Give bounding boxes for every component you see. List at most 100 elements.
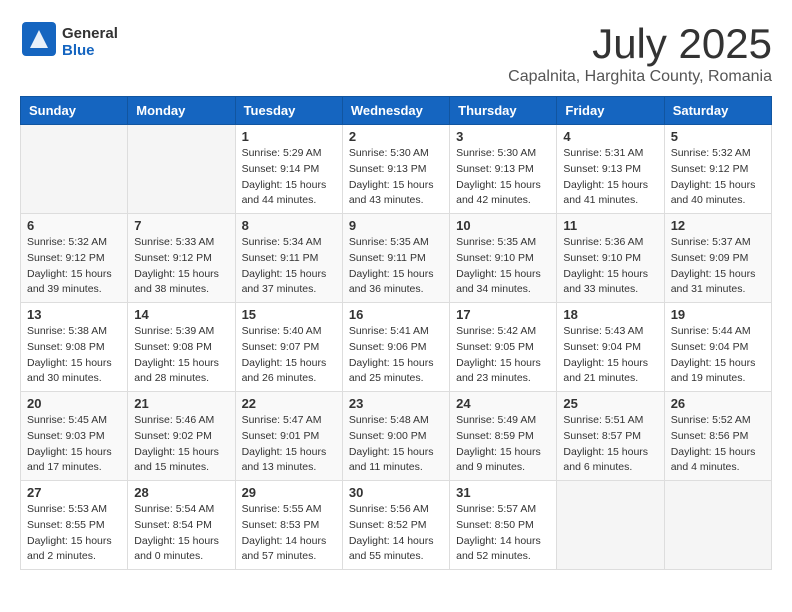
table-row: 12 Sunrise: 5:37 AM Sunset: 9:09 PM Dayli… xyxy=(664,214,771,303)
table-row: 9 Sunrise: 5:35 AM Sunset: 9:11 PM Daylig… xyxy=(342,214,449,303)
table-row: 10 Sunrise: 5:35 AM Sunset: 9:10 PM Dayli… xyxy=(450,214,557,303)
day-number: 9 xyxy=(349,218,443,233)
day-info: Sunrise: 5:35 AM Sunset: 9:10 PM Dayligh… xyxy=(456,235,550,298)
table-row: 18 Sunrise: 5:43 AM Sunset: 9:04 PM Dayli… xyxy=(557,303,664,392)
day-info: Sunrise: 5:44 AM Sunset: 9:04 PM Dayligh… xyxy=(671,324,765,387)
day-number: 5 xyxy=(671,129,765,144)
table-row: 24 Sunrise: 5:49 AM Sunset: 8:59 PM Dayli… xyxy=(450,392,557,481)
table-row: 6 Sunrise: 5:32 AM Sunset: 9:12 PM Daylig… xyxy=(21,214,128,303)
page-header: General Blue July 2025 Capalnita, Harghi… xyxy=(20,20,772,86)
day-number: 13 xyxy=(27,307,121,322)
day-info: Sunrise: 5:29 AM Sunset: 9:14 PM Dayligh… xyxy=(242,146,336,209)
table-row: 20 Sunrise: 5:45 AM Sunset: 9:03 PM Dayli… xyxy=(21,392,128,481)
table-row: 31 Sunrise: 5:57 AM Sunset: 8:50 PM Dayli… xyxy=(450,481,557,570)
day-number: 17 xyxy=(456,307,550,322)
table-row xyxy=(128,125,235,214)
table-row: 30 Sunrise: 5:56 AM Sunset: 8:52 PM Dayli… xyxy=(342,481,449,570)
day-info: Sunrise: 5:54 AM Sunset: 8:54 PM Dayligh… xyxy=(134,502,228,565)
day-number: 28 xyxy=(134,485,228,500)
day-number: 30 xyxy=(349,485,443,500)
day-info: Sunrise: 5:52 AM Sunset: 8:56 PM Dayligh… xyxy=(671,413,765,476)
table-row: 2Sunrise: 5:30 AM Sunset: 9:13 PM Daylig… xyxy=(342,125,449,214)
calendar-week-row: 27 Sunrise: 5:53 AM Sunset: 8:55 PM Dayli… xyxy=(21,481,772,570)
title-block: July 2025 Capalnita, Harghita County, Ro… xyxy=(508,20,772,86)
table-row: 27 Sunrise: 5:53 AM Sunset: 8:55 PM Dayli… xyxy=(21,481,128,570)
day-number: 10 xyxy=(456,218,550,233)
day-number: 27 xyxy=(27,485,121,500)
table-row: 5Sunrise: 5:32 AM Sunset: 9:12 PM Daylig… xyxy=(664,125,771,214)
day-number: 16 xyxy=(349,307,443,322)
table-row: 29Sunrise: 5:55 AM Sunset: 8:53 PM Dayli… xyxy=(235,481,342,570)
day-info: Sunrise: 5:46 AM Sunset: 9:02 PM Dayligh… xyxy=(134,413,228,476)
day-number: 24 xyxy=(456,396,550,411)
table-row: 28 Sunrise: 5:54 AM Sunset: 8:54 PM Dayli… xyxy=(128,481,235,570)
day-info: Sunrise: 5:32 AM Sunset: 9:12 PM Dayligh… xyxy=(27,235,121,298)
day-info: Sunrise: 5:36 AM Sunset: 9:10 PM Dayligh… xyxy=(563,235,657,298)
table-row xyxy=(21,125,128,214)
day-number: 14 xyxy=(134,307,228,322)
day-info: Sunrise: 5:31 AM Sunset: 9:13 PM Dayligh… xyxy=(563,146,657,209)
day-info: Sunrise: 5:57 AM Sunset: 8:50 PM Dayligh… xyxy=(456,502,550,565)
table-row: 1 Sunrise: 5:29 AM Sunset: 9:14 PM Daylig… xyxy=(235,125,342,214)
day-info: Sunrise: 5:41 AM Sunset: 9:06 PM Dayligh… xyxy=(349,324,443,387)
header-tuesday: Tuesday xyxy=(235,97,342,125)
day-info: Sunrise: 5:51 AM Sunset: 8:57 PM Dayligh… xyxy=(563,413,657,476)
calendar-week-row: 1 Sunrise: 5:29 AM Sunset: 9:14 PM Daylig… xyxy=(21,125,772,214)
table-row: 15Sunrise: 5:40 AM Sunset: 9:07 PM Dayli… xyxy=(235,303,342,392)
logo-blue: Blue xyxy=(62,42,118,59)
calendar-table: Sunday Monday Tuesday Wednesday Thursday… xyxy=(20,96,772,570)
day-info: Sunrise: 5:43 AM Sunset: 9:04 PM Dayligh… xyxy=(563,324,657,387)
table-row: 16 Sunrise: 5:41 AM Sunset: 9:06 PM Dayli… xyxy=(342,303,449,392)
table-row: 7 Sunrise: 5:33 AM Sunset: 9:12 PM Daylig… xyxy=(128,214,235,303)
day-number: 7 xyxy=(134,218,228,233)
day-number: 31 xyxy=(456,485,550,500)
table-row: 4Sunrise: 5:31 AM Sunset: 9:13 PM Daylig… xyxy=(557,125,664,214)
day-info: Sunrise: 5:48 AM Sunset: 9:00 PM Dayligh… xyxy=(349,413,443,476)
day-info: Sunrise: 5:45 AM Sunset: 9:03 PM Dayligh… xyxy=(27,413,121,476)
day-info: Sunrise: 5:56 AM Sunset: 8:52 PM Dayligh… xyxy=(349,502,443,565)
day-number: 3 xyxy=(456,129,550,144)
day-info: Sunrise: 5:49 AM Sunset: 8:59 PM Dayligh… xyxy=(456,413,550,476)
day-info: Sunrise: 5:42 AM Sunset: 9:05 PM Dayligh… xyxy=(456,324,550,387)
day-number: 26 xyxy=(671,396,765,411)
day-number: 8 xyxy=(242,218,336,233)
day-info: Sunrise: 5:30 AM Sunset: 9:13 PM Dayligh… xyxy=(456,146,550,209)
day-number: 18 xyxy=(563,307,657,322)
calendar-week-row: 6 Sunrise: 5:32 AM Sunset: 9:12 PM Daylig… xyxy=(21,214,772,303)
logo-general: General xyxy=(62,25,118,42)
day-info: Sunrise: 5:38 AM Sunset: 9:08 PM Dayligh… xyxy=(27,324,121,387)
month-title: July 2025 xyxy=(508,20,772,68)
day-number: 22 xyxy=(242,396,336,411)
day-info: Sunrise: 5:53 AM Sunset: 8:55 PM Dayligh… xyxy=(27,502,121,565)
calendar-week-row: 13 Sunrise: 5:38 AM Sunset: 9:08 PM Dayli… xyxy=(21,303,772,392)
table-row: 19Sunrise: 5:44 AM Sunset: 9:04 PM Dayli… xyxy=(664,303,771,392)
day-number: 20 xyxy=(27,396,121,411)
header-friday: Friday xyxy=(557,97,664,125)
day-info: Sunrise: 5:40 AM Sunset: 9:07 PM Dayligh… xyxy=(242,324,336,387)
table-row: 11 Sunrise: 5:36 AM Sunset: 9:10 PM Dayli… xyxy=(557,214,664,303)
location-subtitle: Capalnita, Harghita County, Romania xyxy=(508,68,772,86)
table-row: 22Sunrise: 5:47 AM Sunset: 9:01 PM Dayli… xyxy=(235,392,342,481)
day-number: 23 xyxy=(349,396,443,411)
table-row: 26 Sunrise: 5:52 AM Sunset: 8:56 PM Dayli… xyxy=(664,392,771,481)
day-info: Sunrise: 5:55 AM Sunset: 8:53 PM Dayligh… xyxy=(242,502,336,565)
day-number: 6 xyxy=(27,218,121,233)
table-row xyxy=(557,481,664,570)
table-row: 21Sunrise: 5:46 AM Sunset: 9:02 PM Dayli… xyxy=(128,392,235,481)
day-info: Sunrise: 5:35 AM Sunset: 9:11 PM Dayligh… xyxy=(349,235,443,298)
table-row: 3 Sunrise: 5:30 AM Sunset: 9:13 PM Daylig… xyxy=(450,125,557,214)
table-row: 8Sunrise: 5:34 AM Sunset: 9:11 PM Daylig… xyxy=(235,214,342,303)
day-info: Sunrise: 5:39 AM Sunset: 9:08 PM Dayligh… xyxy=(134,324,228,387)
day-info: Sunrise: 5:33 AM Sunset: 9:12 PM Dayligh… xyxy=(134,235,228,298)
header-saturday: Saturday xyxy=(664,97,771,125)
header-monday: Monday xyxy=(128,97,235,125)
day-number: 1 xyxy=(242,129,336,144)
header-sunday: Sunday xyxy=(21,97,128,125)
table-row: 13 Sunrise: 5:38 AM Sunset: 9:08 PM Dayli… xyxy=(21,303,128,392)
logo: General Blue xyxy=(20,20,118,63)
calendar-header-row: Sunday Monday Tuesday Wednesday Thursday… xyxy=(21,97,772,125)
day-number: 2 xyxy=(349,129,443,144)
day-number: 12 xyxy=(671,218,765,233)
day-number: 11 xyxy=(563,218,657,233)
day-info: Sunrise: 5:37 AM Sunset: 9:09 PM Dayligh… xyxy=(671,235,765,298)
